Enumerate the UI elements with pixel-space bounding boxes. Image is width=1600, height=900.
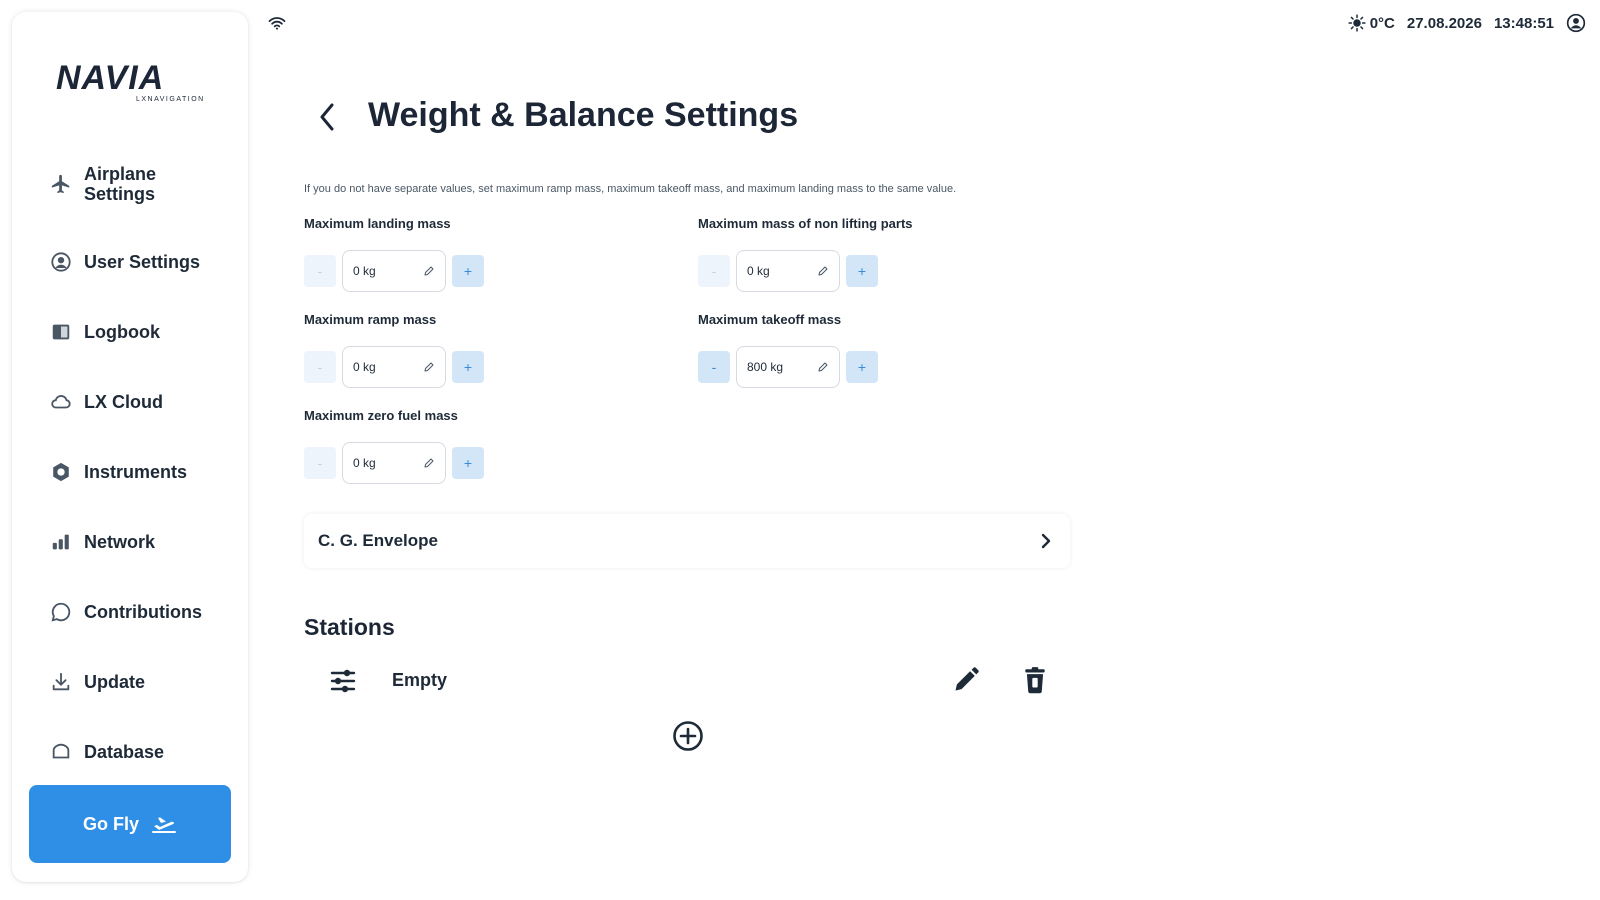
max-landing-mass-label: Maximum landing mass (304, 216, 451, 231)
sidebar-item-label: LX Cloud (84, 392, 163, 412)
go-fly-label: Go Fly (82, 813, 139, 834)
hexagon-icon (50, 461, 72, 483)
weather-readout: 0°C (1348, 14, 1395, 32)
airplane-icon (50, 173, 72, 195)
pencil-icon (424, 362, 434, 372)
chevron-left-icon (320, 103, 334, 131)
station-label: Empty (392, 670, 448, 690)
sidebar-item-network[interactable]: Network (50, 531, 240, 553)
sidebar-nav: Airplane Settings User Settings Logbook … (12, 154, 248, 762)
max-landing-mass-stepper: - 0 kg + (304, 249, 484, 293)
user-circle-icon[interactable] (1566, 13, 1586, 33)
sidebar-item-database[interactable]: Database (50, 741, 240, 762)
pencil-icon (818, 266, 828, 276)
wifi-icon (268, 16, 286, 35)
sidebar-item-logbook[interactable]: Logbook (50, 321, 240, 343)
add-station-button[interactable] (672, 720, 704, 757)
book-icon (50, 321, 72, 343)
user-icon (50, 251, 72, 273)
status-bar: 0°C 27.08.2026 13:48:51 (1348, 12, 1586, 34)
sidebar-item-airplane-settings[interactable]: Airplane Settings (50, 164, 240, 204)
cg-envelope-row[interactable]: C. G. Envelope (304, 514, 1070, 568)
date-text: 27.08.2026 (1406, 14, 1482, 32)
max-non-lifting-mass-input[interactable]: 0 kg (736, 250, 840, 292)
navia-logo: NAVIA LXNAVIGATION (56, 58, 206, 114)
database-icon (50, 741, 72, 762)
max-takeoff-mass-label: Maximum takeoff mass (698, 312, 842, 327)
sidebar-item-contributions[interactable]: Contributions (50, 601, 240, 623)
sidebar-item-lx-cloud[interactable]: LX Cloud (50, 391, 240, 413)
back-button[interactable] (316, 100, 340, 134)
max-takeoff-mass-input[interactable]: 800 kg (736, 346, 840, 388)
increment-button[interactable]: + (452, 255, 484, 287)
cg-envelope-label: C. G. Envelope (318, 531, 438, 550)
stations-heading: Stations (304, 614, 395, 640)
page-title: Weight & Balance Settings (368, 96, 799, 134)
pencil-icon (818, 362, 828, 372)
increment-button[interactable]: + (846, 255, 878, 287)
max-zero-fuel-mass-label: Maximum zero fuel mass (304, 408, 458, 423)
sidebar-item-label: Network (84, 532, 156, 552)
sidebar: NAVIA LXNAVIGATION Airplane Settings Use… (12, 12, 248, 882)
sidebar-item-label: Database (84, 742, 165, 762)
sidebar-item-label: Logbook (84, 322, 160, 342)
increment-button[interactable]: + (452, 447, 484, 479)
chevron-right-icon (1041, 533, 1051, 549)
max-non-lifting-mass-stepper: - 0 kg + (698, 249, 878, 293)
max-landing-mass-input[interactable]: 0 kg (342, 250, 446, 292)
logo-subtext: LXNAVIGATION (136, 96, 205, 103)
go-fly-button[interactable]: Go Fly (29, 785, 231, 863)
increment-button[interactable]: + (452, 351, 484, 383)
input-value: 0 kg (353, 360, 376, 374)
temperature-text: 0°C (1369, 14, 1395, 32)
sidebar-item-label: Contributions (84, 602, 202, 622)
input-value: 800 kg (747, 360, 784, 374)
max-zero-fuel-mass-stepper: - 0 kg + (304, 441, 484, 485)
plus-circle-icon (673, 721, 703, 751)
decrement-button[interactable]: - (698, 255, 730, 287)
max-takeoff-mass-stepper: - 800 kg + (698, 345, 878, 389)
pencil-icon[interactable] (952, 666, 980, 699)
max-non-lifting-mass-label: Maximum mass of non lifting parts (698, 216, 913, 231)
input-value: 0 kg (747, 264, 770, 278)
sidebar-item-label: Airplane Settings (84, 164, 157, 204)
sidebar-item-label: Update (84, 672, 146, 692)
time-text: 13:48:51 (1493, 14, 1554, 32)
max-zero-fuel-mass-input[interactable]: 0 kg (342, 442, 446, 484)
cloud-icon (50, 391, 72, 413)
station-row: Empty (304, 662, 1070, 702)
max-ramp-mass-label: Maximum ramp mass (304, 312, 437, 327)
decrement-button[interactable]: - (698, 351, 730, 383)
info-note: If you do not have separate values, set … (304, 183, 957, 195)
sidebar-item-instruments[interactable]: Instruments (50, 461, 240, 483)
input-value: 0 kg (353, 456, 376, 470)
input-value: 0 kg (353, 264, 376, 278)
pencil-icon (424, 266, 434, 276)
trash-icon[interactable] (1022, 666, 1048, 699)
max-ramp-mass-input[interactable]: 0 kg (342, 346, 446, 388)
sidebar-item-label: User Settings (84, 252, 201, 272)
sidebar-item-label: Instruments (84, 462, 188, 482)
decrement-button[interactable]: - (304, 255, 336, 287)
sliders-icon[interactable] (330, 668, 356, 699)
takeoff-icon (152, 817, 176, 833)
pencil-icon (424, 458, 434, 468)
chat-icon (50, 601, 72, 623)
bars-icon (50, 531, 72, 553)
sidebar-item-user-settings[interactable]: User Settings (50, 251, 240, 273)
sidebar-item-update[interactable]: Update (50, 671, 240, 693)
sun-icon (1348, 14, 1366, 32)
increment-button[interactable]: + (846, 351, 878, 383)
max-ramp-mass-stepper: - 0 kg + (304, 345, 484, 389)
decrement-button[interactable]: - (304, 351, 336, 383)
logo-text: NAVIA (56, 59, 165, 97)
download-icon (50, 671, 72, 693)
decrement-button[interactable]: - (304, 447, 336, 479)
